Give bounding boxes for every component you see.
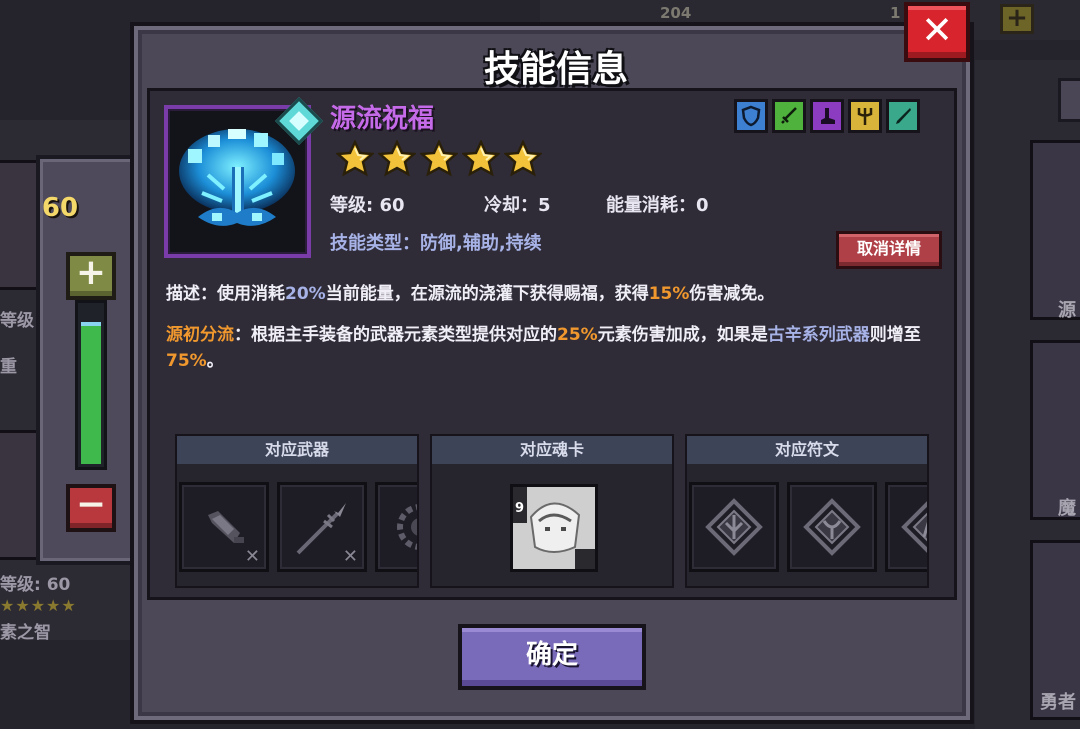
desc-text: ：根据主手装备的武器元素类型提供对应的 [234,325,557,345]
close-button[interactable]: ✕ [904,2,970,62]
passive-name: 源初分流 [166,325,234,345]
star-icon [420,140,458,177]
desc-highlight: 古辛系列武器 [767,325,870,345]
background-label: 等级 [0,311,34,331]
card-cost: 9 [515,501,525,516]
star-icon [462,140,500,177]
trident-icon [848,99,882,133]
background-plus-button: + [1000,4,1034,34]
weapons-section: 对应武器 ✕ ✕ [175,434,419,588]
weapon-slot[interactable]: ✕ [277,482,367,572]
weapons-header: 对应武器 [177,436,417,464]
level-plus-button[interactable]: + [66,252,116,300]
skill-cooldown: 冷却：5 [484,195,551,216]
skill-name: 源流祝福 [330,104,435,134]
background-label: 源 [1058,300,1076,321]
close-icon: ✕ [342,546,358,567]
gear-icon [397,504,417,550]
background-tab [1058,78,1080,122]
desc-text: 伤害减免。 [689,284,775,304]
rune-slot[interactable] [787,482,877,572]
background-count: 1 [890,4,901,22]
weapon-slot[interactable] [375,482,417,572]
desc-text: 。 [206,351,224,371]
level-value: 60 [41,193,79,223]
desc-highlight: 15% [648,284,690,304]
runes-section: 对应符文 [685,434,929,588]
star-icon [504,140,542,177]
desc-text: 描述：使用消耗 [166,284,285,304]
level-minus-button[interactable]: − [66,484,116,532]
skill-tag-icons [734,99,920,133]
soul-card-section: 对应魂卡 9 [430,434,674,588]
rune-slot[interactable] [885,482,927,572]
background-label: 勇者 [1040,692,1076,713]
background-stars: ★★★★★ [0,596,77,615]
level-slider-fill [81,322,101,464]
shield-icon [734,99,768,133]
star-icon [378,140,416,177]
skill-energy-cost: 能量消耗：0 [606,195,709,216]
boot-icon [810,99,844,133]
dialog-title: 技能信息 [483,49,628,90]
rune-icon [901,501,927,553]
level-slider[interactable] [75,300,107,470]
toggle-details-button[interactable]: 取消详情 [836,231,942,269]
desc-text: 元素伤害加成，如果是 [597,325,768,345]
skill-passive-description: 源初分流：根据主手装备的武器元素类型提供对应的25%元素伤害加成，如果是古辛系列… [166,322,926,374]
background-label: 重 [0,357,17,377]
desc-highlight: 25% [557,325,598,345]
desc-text: 当前能量，在源流的浇灌下获得赐福，获得 [325,284,649,304]
blade-icon [886,99,920,133]
skill-level: 等级: 60 [330,195,405,216]
background-card [1030,340,1080,520]
rune-slot[interactable] [689,482,779,572]
desc-text: 则增至 [869,325,921,345]
background-label: 素之智 [0,623,51,643]
runes-header: 对应符文 [687,436,927,464]
star-rating [336,140,542,178]
close-icon: ✕ [921,8,953,52]
desc-highlight: 75% [166,351,207,371]
background-card [1030,140,1080,320]
skill-type: 技能类型：防御,辅助,持续 [330,233,542,254]
rune-icon [803,498,861,556]
background-label: 魔 [1058,498,1076,519]
desc-highlight: 20% [285,284,326,304]
weapon-slot[interactable]: ✕ [179,482,269,572]
background-label: 等级: 60 [0,575,71,595]
confirm-button[interactable]: 确定 [458,624,646,690]
close-icon: ✕ [244,546,260,567]
character-portrait-icon [513,487,595,569]
sword-icon [772,99,806,133]
background-count: 204 [660,4,692,22]
rune-icon [705,498,763,556]
skill-description: 描述：使用消耗20%当前能量，在源流的浇灌下获得赐福，获得15%伤害减免。 [166,281,936,307]
soul-card[interactable]: 9 [510,484,598,572]
soul-card-header: 对应魂卡 [432,436,672,464]
star-icon [336,140,374,177]
